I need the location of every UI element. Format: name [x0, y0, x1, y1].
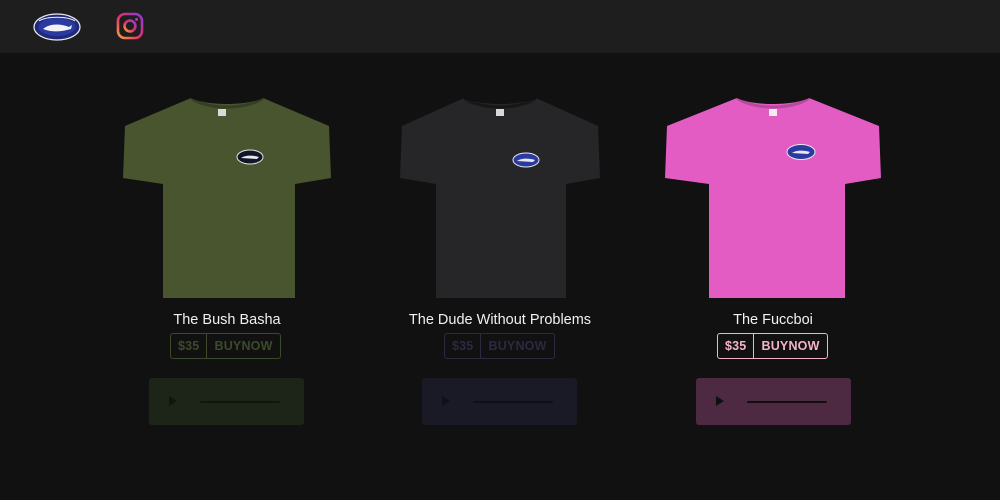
instagram-icon[interactable] — [116, 12, 144, 40]
product-card-bush-basha: The Bush Basha $35 BUYNOW — [107, 90, 347, 430]
progress-track[interactable] — [200, 401, 280, 403]
audio-player — [149, 378, 304, 425]
price-label: $35 — [171, 334, 208, 358]
buy-now-label: BUYNOW — [488, 339, 547, 353]
audio-player — [422, 378, 577, 425]
buy-now-label: BUYNOW — [214, 339, 273, 353]
play-icon[interactable] — [716, 396, 724, 406]
product-image[interactable] — [653, 90, 893, 305]
buy-now-label: BUYNOW — [761, 339, 820, 353]
price-label: $35 — [718, 334, 755, 358]
product-name: The Fuccboi — [733, 312, 813, 328]
progress-track[interactable] — [473, 401, 553, 403]
play-icon[interactable] — [169, 396, 177, 406]
product-image[interactable] — [380, 90, 620, 305]
buy-now-button[interactable]: $35 BUYNOW — [170, 333, 281, 359]
product-card-fuccboi: The Fuccboi $35 BUYNOW — [653, 90, 893, 430]
product-card-dude-without-problems: The Dude Without Problems $35 BUYNOW — [380, 90, 620, 430]
product-name: The Bush Basha — [173, 312, 281, 328]
brand-logo-icon[interactable] — [33, 13, 81, 41]
audio-player — [696, 378, 851, 425]
product-name: The Dude Without Problems — [408, 312, 592, 328]
price-label: $35 — [445, 334, 482, 358]
product-image[interactable] — [107, 90, 347, 305]
play-icon[interactable] — [442, 396, 450, 406]
top-navigation-bar — [0, 0, 1000, 53]
buy-now-button[interactable]: $35 BUYNOW — [444, 333, 555, 359]
progress-track[interactable] — [747, 401, 827, 403]
buy-now-button[interactable]: $35 BUYNOW — [717, 333, 828, 359]
